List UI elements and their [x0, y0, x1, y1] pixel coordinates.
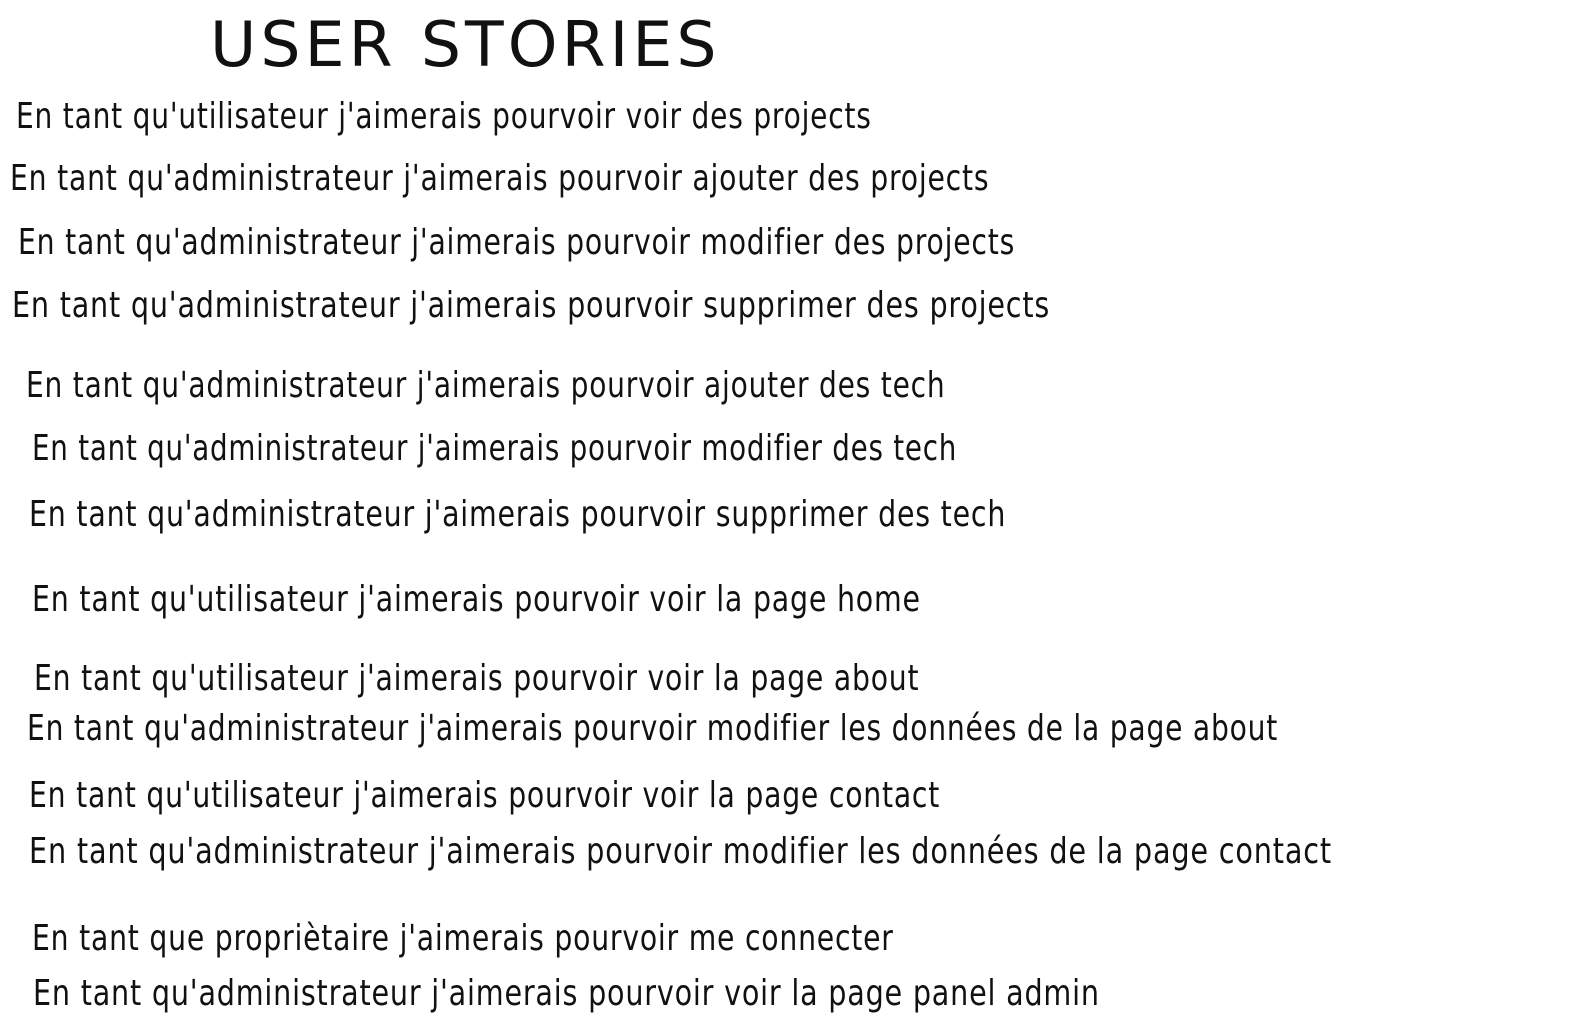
- page-title: USER STORIES: [210, 8, 721, 81]
- user-story-view-contact: En tant qu'utilisateur j'aimerais pourvo…: [29, 775, 941, 816]
- user-stories-page: USER STORIES En tant qu'utilisateur j'ai…: [0, 0, 1576, 1033]
- user-story-view-projects: En tant qu'utilisateur j'aimerais pourvo…: [16, 96, 872, 137]
- user-story-edit-contact: En tant qu'administrateur j'aimerais pou…: [29, 831, 1332, 872]
- user-story-edit-about: En tant qu'administrateur j'aimerais pou…: [27, 708, 1279, 749]
- user-story-edit-projects: En tant qu'administrateur j'aimerais pou…: [18, 222, 1016, 263]
- user-story-view-admin-panel: En tant qu'administrateur j'aimerais pou…: [33, 973, 1100, 1014]
- user-story-view-home: En tant qu'utilisateur j'aimerais pourvo…: [32, 579, 921, 620]
- user-story-add-tech: En tant qu'administrateur j'aimerais pou…: [26, 365, 946, 406]
- user-story-delete-tech: En tant qu'administrateur j'aimerais pou…: [29, 494, 1007, 535]
- user-story-edit-tech: En tant qu'administrateur j'aimerais pou…: [32, 428, 958, 469]
- user-story-login: En tant que propriètaire j'aimerais pour…: [32, 918, 894, 959]
- user-story-add-projects: En tant qu'administrateur j'aimerais pou…: [10, 158, 990, 199]
- user-story-view-about: En tant qu'utilisateur j'aimerais pourvo…: [34, 658, 920, 699]
- user-story-delete-projects: En tant qu'administrateur j'aimerais pou…: [12, 285, 1051, 326]
